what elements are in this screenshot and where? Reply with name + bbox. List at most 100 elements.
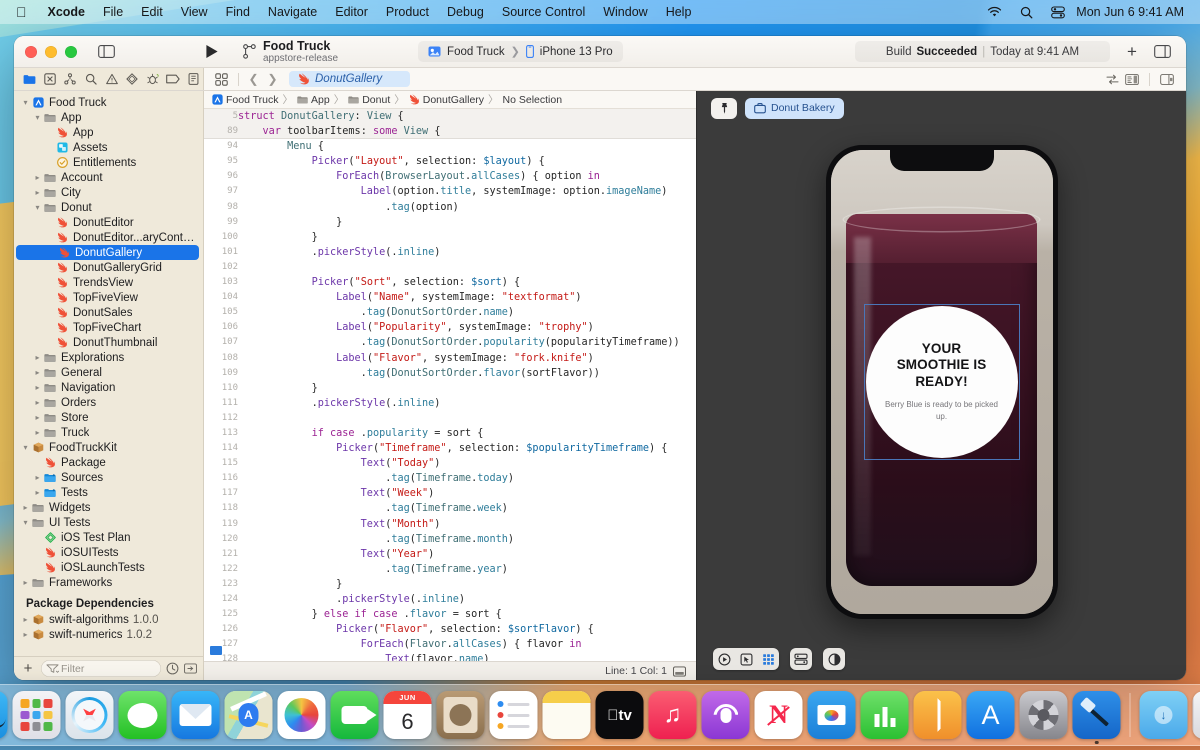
code-text[interactable]: .tag(Timeframe.year) [238, 562, 696, 577]
navigator-row[interactable]: Package [14, 455, 203, 470]
run-play-icon[interactable] [195, 40, 229, 64]
disclosure-triangle-icon[interactable]: ▸ [32, 473, 43, 482]
code-review-icon[interactable] [1106, 74, 1119, 85]
menu-item-navigate[interactable]: Navigate [259, 5, 326, 19]
dock-item-reminders[interactable] [489, 691, 538, 739]
breadcrumb-item[interactable]: Food Truck [212, 94, 279, 106]
inspector-toggle-icon[interactable] [1148, 40, 1176, 64]
code-text[interactable]: .tag(Timeframe.today) [238, 471, 696, 486]
code-text[interactable]: Text("Week") [238, 486, 696, 501]
dock-item-numbers[interactable] [860, 691, 909, 739]
add-editor-button[interactable]: + [1118, 40, 1146, 64]
navigator-row-selected[interactable]: DonutGallery [16, 245, 199, 260]
device-settings-icon[interactable] [790, 648, 812, 670]
code-text[interactable]: .tag(Timeframe.month) [238, 532, 696, 547]
code-text[interactable]: Label("Popularity", systemImage: "trophy… [238, 320, 696, 335]
code-text[interactable]: var toolbarItems: some View { [238, 124, 696, 140]
dock-item-podcasts[interactable] [701, 691, 750, 739]
issue-navigator-icon[interactable] [102, 69, 121, 89]
dock-item-downloads-folder[interactable]: ↓ [1139, 691, 1188, 739]
navigator-row[interactable]: ▸ Sources [14, 470, 203, 485]
search-icon[interactable] [1011, 6, 1042, 19]
code-text[interactable]: .tag(DonutSortOrder.popularity(popularit… [238, 335, 696, 350]
symbol-navigator-icon[interactable] [61, 69, 80, 89]
report-navigator-icon[interactable] [185, 69, 204, 89]
disclosure-triangle-icon[interactable]: ▸ [20, 578, 31, 587]
package-dependency-row[interactable]: ▸ swift-numerics 1.0.2 [14, 627, 203, 642]
package-dependency-row[interactable]: ▸ swift-algorithms 1.0.0 [14, 612, 203, 627]
menu-item-product[interactable]: Product [377, 5, 438, 19]
navigator-row[interactable]: iOSUITests [14, 545, 203, 560]
editor-document-tab[interactable]: DonutGallery [289, 71, 411, 87]
dock-item-music[interactable]: ♫ [648, 691, 697, 739]
dock-item-contacts[interactable] [436, 691, 485, 739]
dock-item-notes[interactable] [542, 691, 591, 739]
navigator-row[interactable]: App [14, 125, 203, 140]
dock-item-news[interactable]: N [754, 691, 803, 739]
code-text[interactable]: struct DonutGallery: View { [238, 109, 696, 125]
code-text[interactable]: .pickerStyle(.inline) [238, 592, 696, 607]
source-control-navigator-icon[interactable] [41, 69, 60, 89]
disclosure-triangle-icon[interactable]: ▸ [32, 398, 43, 407]
navigator-tree[interactable]: ▾ Food Truck ▾ App App Assets Entitlements ▸ Acc… [14, 91, 203, 656]
code-text[interactable]: .tag(DonutSortOrder.name) [238, 305, 696, 320]
dock-item-app-store[interactable]: A [966, 691, 1015, 739]
dock-item-pages[interactable] [913, 691, 962, 739]
code-text[interactable]: if case .popularity = sort { [238, 426, 696, 441]
disclosure-triangle-icon[interactable]: ▸ [32, 353, 43, 362]
filter-input[interactable]: Filter [41, 660, 161, 677]
code-text[interactable]: Label(option.title, systemImage: option.… [238, 184, 696, 199]
add-file-button[interactable]: + [20, 660, 36, 677]
navigator-row[interactable]: ▾ UI Tests [14, 515, 203, 530]
code-text[interactable]: Picker("Flavor", selection: $sortFlavor)… [238, 622, 696, 637]
dock-item-mail[interactable] [171, 691, 220, 739]
dock-item-xcode[interactable] [1072, 691, 1121, 744]
code-text[interactable]: Picker("Timeframe", selection: $populari… [238, 441, 696, 456]
variants-grid-icon[interactable] [757, 648, 779, 670]
disclosure-triangle-icon[interactable]: ▸ [32, 428, 43, 437]
code-text[interactable]: .pickerStyle(.inline) [238, 396, 696, 411]
navigator-row[interactable]: ▾ FoodTruckKit [14, 440, 203, 455]
code-text[interactable]: Text(flavor.name) [238, 652, 696, 661]
code-text[interactable]: Text("Today") [238, 456, 696, 471]
disclosure-triangle-icon[interactable]: ▸ [20, 503, 31, 512]
minimap-icon[interactable] [1125, 73, 1139, 85]
chevron-left-icon[interactable]: ❮ [245, 72, 262, 86]
disclosure-triangle-icon[interactable]: ▾ [20, 98, 31, 107]
disclosure-triangle-icon[interactable]: ▸ [32, 383, 43, 392]
code-text[interactable]: .pickerStyle(.inline) [238, 245, 696, 260]
navigator-row[interactable]: Entitlements [14, 155, 203, 170]
code-text[interactable]: } [238, 230, 696, 245]
navigator-row[interactable]: ▸ Account [14, 170, 203, 185]
code-text[interactable]: .tag(Timeframe.week) [238, 501, 696, 516]
menu-item-find[interactable]: Find [217, 5, 259, 19]
navigator-row[interactable]: ▸ Truck [14, 425, 203, 440]
navigator-row[interactable]: ▾ Donut [14, 200, 203, 215]
menu-item-xcode[interactable]: Xcode [39, 5, 95, 19]
wifi-icon[interactable] [978, 6, 1011, 18]
disclosure-triangle-icon[interactable]: ▸ [32, 368, 43, 377]
menu-bar-clock[interactable]: Mon Jun 6 9:41 AM [1074, 5, 1190, 19]
navigator-row[interactable]: ▸ Store [14, 410, 203, 425]
code-text[interactable]: ForEach(Flavor.allCases) { flavor in [238, 637, 696, 652]
code-text[interactable] [238, 260, 696, 275]
selectable-preview-icon[interactable] [735, 648, 757, 670]
menu-item-help[interactable]: Help [657, 5, 701, 19]
code-text[interactable]: .tag(DonutSortOrder.flavor(sortFlavor)) [238, 366, 696, 381]
menu-item-editor[interactable]: Editor [326, 5, 377, 19]
menu-item-edit[interactable]: Edit [132, 5, 172, 19]
pin-icon[interactable] [711, 97, 737, 119]
live-preview-icon[interactable] [713, 648, 735, 670]
navigator-row[interactable]: iOSLaunchTests [14, 560, 203, 575]
menu-item-window[interactable]: Window [594, 5, 656, 19]
code-text[interactable]: Text("Year") [238, 547, 696, 562]
navigator-row[interactable]: ▸ Navigation [14, 380, 203, 395]
activity-view[interactable]: Build Succeeded | Today at 9:41 AM [855, 41, 1110, 62]
code-text[interactable]: ForEach(BrowserLayout.allCases) { option… [238, 169, 696, 184]
menu-item-file[interactable]: File [94, 5, 132, 19]
navigator-row[interactable]: TopFiveView [14, 290, 203, 305]
code-text[interactable]: } else if case .flavor = sort { [238, 607, 696, 622]
code-text[interactable] [238, 411, 696, 426]
navigator-row[interactable]: ▸ Frameworks [14, 575, 203, 590]
dock-item-launchpad[interactable] [12, 691, 61, 739]
